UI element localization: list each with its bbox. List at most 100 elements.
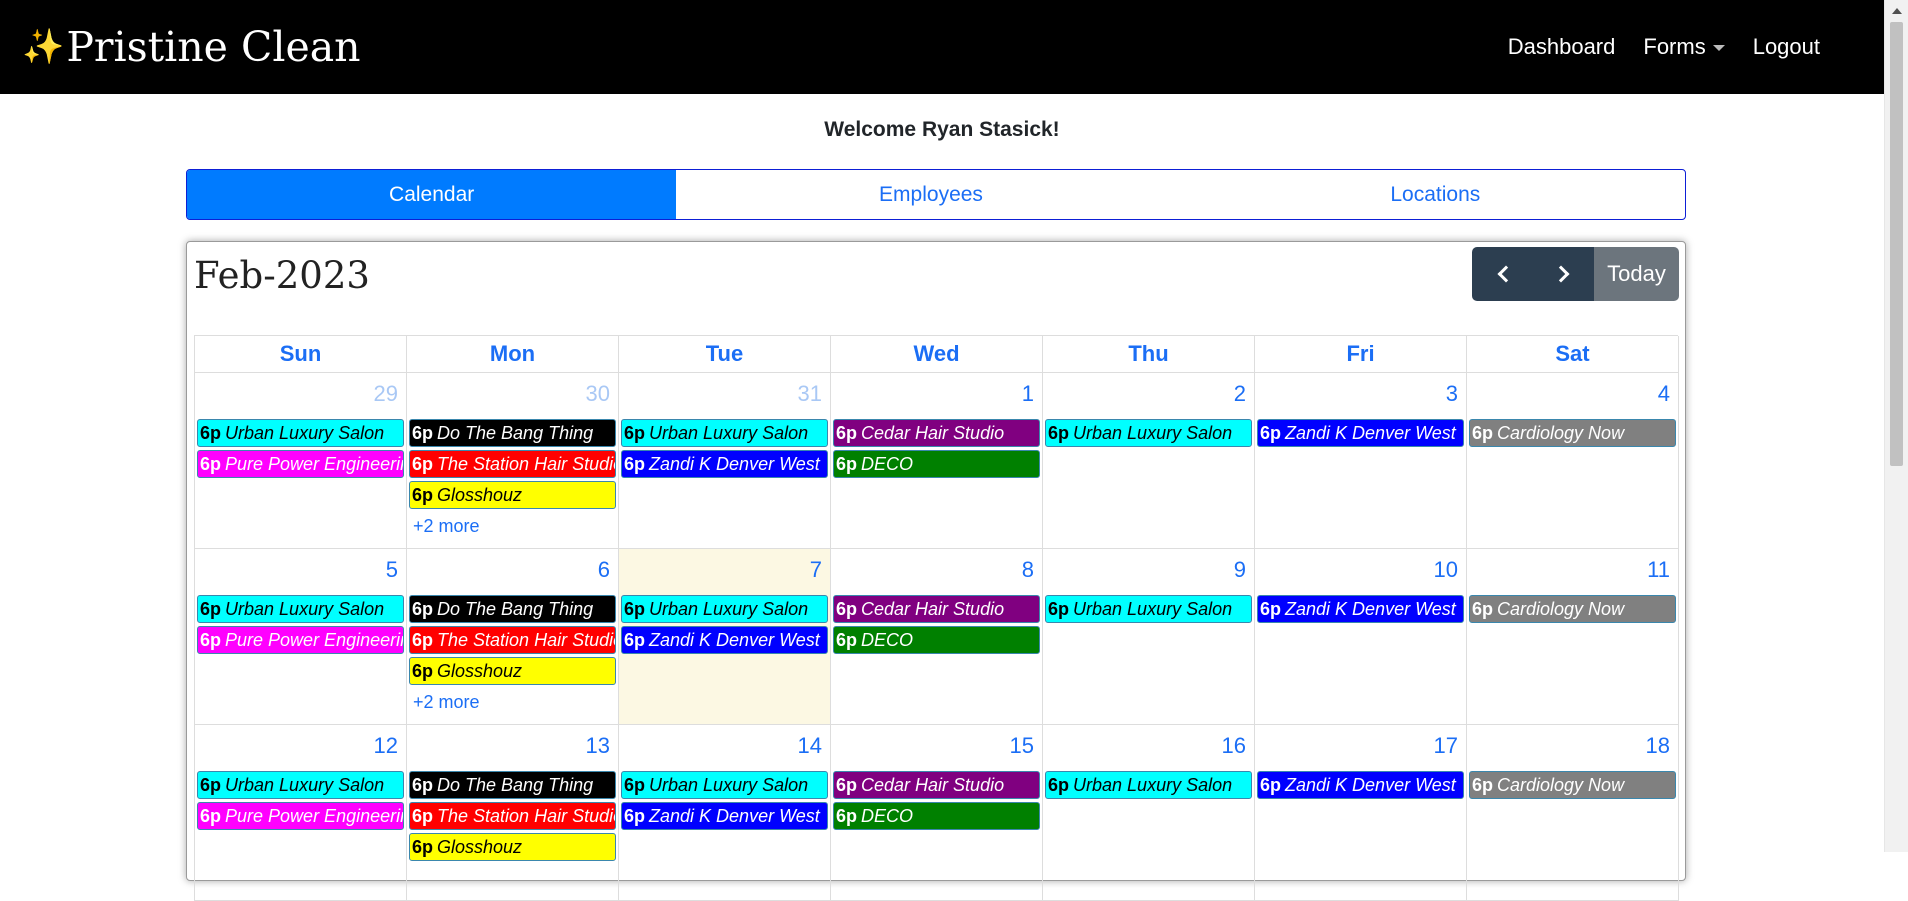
calendar-day-cell[interactable]: 9 6p Urban Luxury Salon	[1043, 549, 1255, 725]
day-number-link[interactable]: 18	[1646, 733, 1670, 759]
calendar-event[interactable]: 6p Urban Luxury Salon	[621, 771, 828, 799]
calendar-event[interactable]: 6p Zandi K Denver West	[621, 802, 828, 830]
calendar-event[interactable]: 6p Do The Bang Thing	[409, 595, 616, 623]
calendar-event[interactable]: 6p Pure Power Engineering	[197, 802, 404, 830]
next-month-button[interactable]	[1533, 247, 1594, 301]
calendar-event[interactable]: 6p Zandi K Denver West	[1257, 419, 1464, 447]
day-number-link[interactable]: 6	[598, 557, 610, 583]
calendar-event[interactable]: 6p Cedar Hair Studio	[833, 595, 1040, 623]
calendar-day-cell[interactable]: 5 6p Urban Luxury Salon 6p Pure Power Engine…	[195, 549, 407, 725]
day-number-link[interactable]: 5	[386, 557, 398, 583]
calendar-event[interactable]: 6p DECO	[833, 802, 1040, 830]
today-button[interactable]: Today	[1594, 247, 1679, 301]
day-number-link[interactable]: 4	[1658, 381, 1670, 407]
day-of-week-sat[interactable]: Sat	[1467, 336, 1679, 373]
calendar-event[interactable]: 6p Do The Bang Thing	[409, 419, 616, 447]
calendar-day-cell-today[interactable]: 7 6p Urban Luxury Salon 6p Zandi K Denver We…	[619, 549, 831, 725]
day-of-week-thu[interactable]: Thu	[1043, 336, 1255, 373]
day-number-link[interactable]: 12	[374, 733, 398, 759]
calendar-day-cell[interactable]: 2 6p Urban Luxury Salon	[1043, 373, 1255, 549]
day-number-link[interactable]: 3	[1446, 381, 1458, 407]
calendar-day-cell[interactable]: 18 6p Cardiology Now	[1467, 725, 1679, 901]
calendar-day-cell[interactable]: 29 6p Urban Luxury Salon 6p Pure Power Engin…	[195, 373, 407, 549]
brand-link[interactable]: ✨ Pristine Clean	[22, 22, 361, 72]
calendar-day-cell[interactable]: 11 6p Cardiology Now	[1467, 549, 1679, 725]
calendar-event[interactable]: 6p DECO	[833, 450, 1040, 478]
calendar-day-cell[interactable]: 3 6p Zandi K Denver West	[1255, 373, 1467, 549]
day-of-week-fri[interactable]: Fri	[1255, 336, 1467, 373]
prev-month-button[interactable]	[1472, 247, 1533, 301]
day-number-link[interactable]: 30	[586, 381, 610, 407]
nav-dashboard-link[interactable]: Dashboard	[1494, 30, 1630, 64]
calendar-day-cell[interactable]: 6 6p Do The Bang Thing 6p The Station Hair S…	[407, 549, 619, 725]
calendar-event[interactable]: 6p Glosshouz	[409, 657, 616, 685]
day-number-link[interactable]: 10	[1434, 557, 1458, 583]
calendar-day-cell[interactable]: 8 6p Cedar Hair Studio 6p DECO	[831, 549, 1043, 725]
page-scrollbar[interactable]	[1884, 0, 1908, 852]
calendar-event[interactable]: 6p Zandi K Denver West	[621, 626, 828, 654]
calendar-day-cell[interactable]: 10 6p Zandi K Denver West	[1255, 549, 1467, 725]
calendar-day-cell[interactable]: 13 6p Do The Bang Thing 6p The Station Hair …	[407, 725, 619, 901]
day-number-link[interactable]: 14	[798, 733, 822, 759]
day-number-link[interactable]: 8	[1022, 557, 1034, 583]
calendar-event[interactable]: 6p Cardiology Now	[1469, 595, 1676, 623]
calendar-day-cell[interactable]: 12 6p Urban Luxury Salon 6p Pure Power Engin…	[195, 725, 407, 901]
calendar-event[interactable]: 6p Pure Power Engineering	[197, 626, 404, 654]
calendar-event[interactable]: 6p Glosshouz	[409, 833, 616, 861]
nav-logout-link[interactable]: Logout	[1739, 30, 1834, 64]
calendar-event[interactable]: 6p Urban Luxury Salon	[1045, 771, 1252, 799]
day-number-link[interactable]: 15	[1010, 733, 1034, 759]
nav-forms-dropdown[interactable]: Forms	[1629, 30, 1738, 64]
tab-locations[interactable]: Locations	[1186, 170, 1685, 219]
day-number-link[interactable]: 1	[1022, 381, 1034, 407]
scrollbar-thumb[interactable]	[1890, 22, 1903, 466]
calendar-event[interactable]: 6p Glosshouz	[409, 481, 616, 509]
calendar-event[interactable]: 6p Cedar Hair Studio	[833, 419, 1040, 447]
day-number-link[interactable]: 17	[1434, 733, 1458, 759]
scroll-up-arrow-icon[interactable]	[1892, 8, 1902, 14]
day-of-week-tue[interactable]: Tue	[619, 336, 831, 373]
day-number-link[interactable]: 16	[1222, 733, 1246, 759]
calendar-event[interactable]: 6p Urban Luxury Salon	[197, 595, 404, 623]
tab-calendar[interactable]: Calendar	[187, 170, 677, 219]
day-number-link[interactable]: 29	[374, 381, 398, 407]
day-number-link[interactable]: 9	[1234, 557, 1246, 583]
calendar-day-cell[interactable]: 1 6p Cedar Hair Studio 6p DECO	[831, 373, 1043, 549]
calendar-day-cell[interactable]: 15 6p Cedar Hair Studio 6p DECO	[831, 725, 1043, 901]
calendar-event[interactable]: 6p Urban Luxury Salon	[1045, 419, 1252, 447]
calendar-event[interactable]: 6p Zandi K Denver West	[1257, 771, 1464, 799]
calendar-event[interactable]: 6p Urban Luxury Salon	[197, 419, 404, 447]
calendar-event[interactable]: 6p Urban Luxury Salon	[1045, 595, 1252, 623]
calendar-event[interactable]: 6p The Station Hair Studio	[409, 802, 616, 830]
calendar-event[interactable]: 6p Urban Luxury Salon	[621, 595, 828, 623]
calendar-day-cell[interactable]: 17 6p Zandi K Denver West	[1255, 725, 1467, 901]
calendar-event[interactable]: 6p Pure Power Engineering	[197, 450, 404, 478]
day-number-link[interactable]: 13	[586, 733, 610, 759]
day-of-week-mon[interactable]: Mon	[407, 336, 619, 373]
calendar-event[interactable]: 6p Cedar Hair Studio	[833, 771, 1040, 799]
calendar-event[interactable]: 6p Zandi K Denver West	[621, 450, 828, 478]
calendar-event[interactable]: 6p Cardiology Now	[1469, 771, 1676, 799]
more-events-link[interactable]: +2 more	[409, 688, 616, 716]
day-number-link[interactable]: 7	[810, 557, 822, 583]
day-number-link[interactable]: 11	[1647, 557, 1670, 583]
day-of-week-sun[interactable]: Sun	[195, 336, 407, 373]
calendar-event[interactable]: 6p The Station Hair Studio	[409, 450, 616, 478]
calendar-event[interactable]: 6p DECO	[833, 626, 1040, 654]
more-events-link[interactable]: +2 more	[409, 512, 616, 540]
calendar-day-cell[interactable]: 4 6p Cardiology Now	[1467, 373, 1679, 549]
calendar-event[interactable]: 6p Zandi K Denver West	[1257, 595, 1464, 623]
calendar-day-cell[interactable]: 16 6p Urban Luxury Salon	[1043, 725, 1255, 901]
calendar-event[interactable]: 6p The Station Hair Studio	[409, 626, 616, 654]
day-number-link[interactable]: 2	[1234, 381, 1246, 407]
calendar-event[interactable]: 6p Urban Luxury Salon	[621, 419, 828, 447]
calendar-day-cell[interactable]: 14 6p Urban Luxury Salon 6p Zandi K Denver W…	[619, 725, 831, 901]
calendar-day-cell[interactable]: 31 6p Urban Luxury Salon 6p Zandi K Denver W…	[619, 373, 831, 549]
day-of-week-wed[interactable]: Wed	[831, 336, 1043, 373]
tab-employees[interactable]: Employees	[676, 170, 1185, 219]
calendar-event[interactable]: 6p Cardiology Now	[1469, 419, 1676, 447]
calendar-event[interactable]: 6p Urban Luxury Salon	[197, 771, 404, 799]
calendar-day-cell[interactable]: 30 6p Do The Bang Thing 6p The Station Hair …	[407, 373, 619, 549]
day-number-link[interactable]: 31	[798, 381, 822, 407]
calendar-event[interactable]: 6p Do The Bang Thing	[409, 771, 616, 799]
